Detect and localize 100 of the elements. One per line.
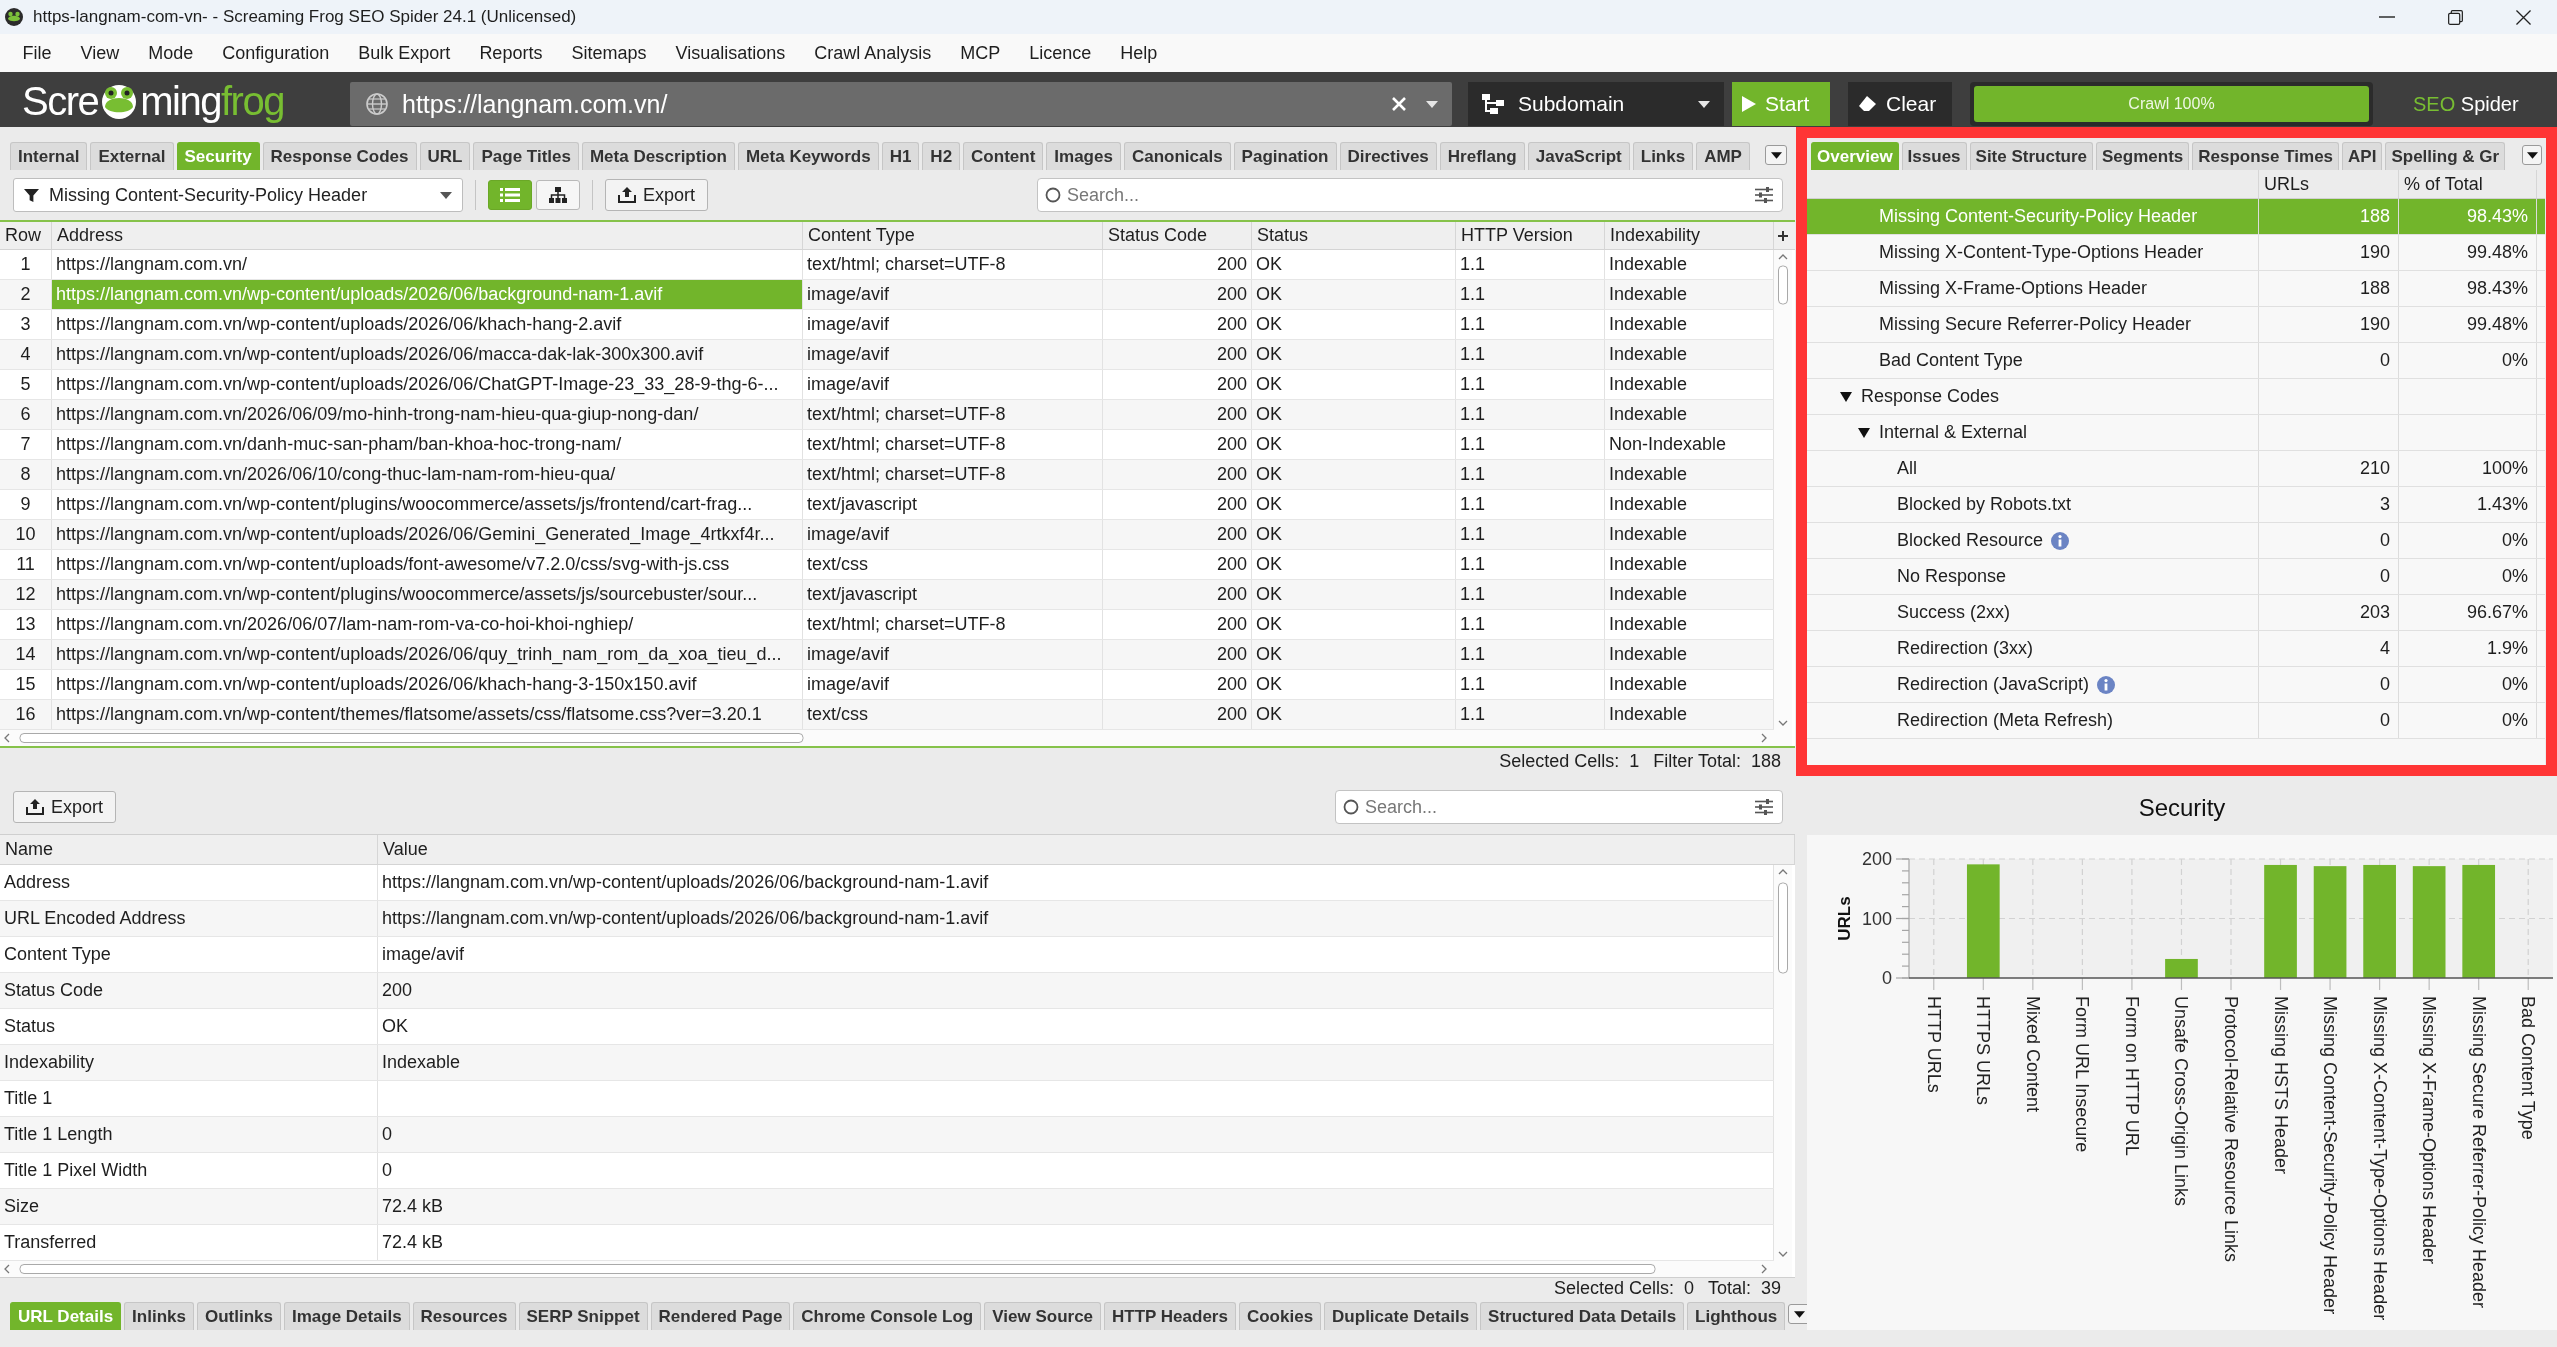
- menu-item[interactable]: Crawl Analysis: [799, 38, 946, 68]
- table-row[interactable]: 5 https://langnam.com.vn/wp-content/uploads/2026/06/ChatGPT-Image-23_33_28-9-thg-6-... image/avif 200 OK 1.1 Indexable: [0, 370, 1774, 400]
- tab[interactable]: Hreflang: [1439, 142, 1525, 170]
- tab[interactable]: Rendered Page: [650, 1302, 791, 1330]
- column-header[interactable]: Status Code: [1103, 222, 1252, 249]
- tab[interactable]: External: [90, 142, 174, 170]
- menu-item[interactable]: Configuration: [207, 38, 344, 68]
- table-row[interactable]: 6 https://langnam.com.vn/2026/06/09/mo-hinh-trong-nam-hieu-qua-giup-nong-dan/ text/html; charset=UTF-8 200 OK 1.1 Indexable: [0, 400, 1774, 430]
- url-field[interactable]: https://langnam.com.vn/: [350, 82, 1452, 126]
- tab[interactable]: Links: [1632, 142, 1694, 170]
- tree-row[interactable]: Redirection (JavaScript) 0 0%: [1807, 667, 2545, 703]
- table-row[interactable]: 14 https://langnam.com.vn/wp-content/uploads/2026/06/quy_trinh_nam_rom_da_xoa_tieu_d... image/avif 200 OK 1.1 Indexable: [0, 640, 1774, 670]
- tab[interactable]: Directives: [1339, 142, 1437, 170]
- tab[interactable]: Pagination: [1233, 142, 1337, 170]
- table-row[interactable]: Title 1: [0, 1081, 1774, 1117]
- tab[interactable]: Issues: [1901, 142, 1967, 170]
- table-row[interactable]: Content Type image/avif: [0, 937, 1774, 973]
- menu-item[interactable]: Sitemaps: [556, 38, 661, 68]
- table-row[interactable]: Title 1 Length 0: [0, 1117, 1774, 1153]
- column-header[interactable]: Indexability: [1605, 222, 1774, 249]
- tab[interactable]: Inlinks: [124, 1302, 194, 1330]
- sliders-icon[interactable]: [1755, 799, 1773, 815]
- tab[interactable]: Images: [1046, 142, 1121, 170]
- tab[interactable]: Cookies: [1238, 1302, 1322, 1330]
- sliders-icon[interactable]: [1755, 187, 1773, 203]
- tree-row[interactable]: Blocked Resource 0 0%: [1807, 523, 2545, 559]
- table-row[interactable]: 10 https://langnam.com.vn/wp-content/uploads/2026/06/Gemini_Generated_Image_4rtkxf4r... image/avif 200 OK 1.1 Indexable: [0, 520, 1774, 550]
- tab[interactable]: Meta Keywords: [737, 142, 879, 170]
- menu-item[interactable]: Visualisations: [660, 38, 800, 68]
- tree-row[interactable]: Success (2xx) 203 96.67%: [1807, 595, 2545, 631]
- column-header[interactable]: Content Type: [803, 222, 1103, 249]
- close-icon[interactable]: [1392, 97, 1406, 111]
- table-row[interactable]: 3 https://langnam.com.vn/wp-content/uploads/2026/06/khach-hang-2.avif image/avif 200 OK 1.1 Indexable: [0, 310, 1774, 340]
- menu-item[interactable]: Bulk Export: [343, 38, 465, 68]
- filter-dropdown[interactable]: Missing Content-Security-Policy Header: [13, 178, 463, 212]
- column-header[interactable]: Status: [1252, 222, 1456, 249]
- table-row[interactable]: 7 https://langnam.com.vn/danh-muc-san-pham/ban-khoa-hoc-trong-nam/ text/html; charset=UTF-8 200 OK 1.1 Non-Indexable: [0, 430, 1774, 460]
- search-field[interactable]: Search...: [1037, 178, 1783, 212]
- table-row[interactable]: Status Code 200: [0, 973, 1774, 1009]
- tab[interactable]: Image Details: [284, 1302, 410, 1330]
- tab[interactable]: Outlinks: [196, 1302, 281, 1330]
- search-field[interactable]: Search...: [1335, 790, 1783, 824]
- column-header[interactable]: Value: [378, 835, 1795, 864]
- table-row[interactable]: 11 https://langnam.com.vn/wp-content/uploads/font-awesome/v7.2.0/css/svg-with-js.css text/css 200 OK 1.1 Indexable: [0, 550, 1774, 580]
- mode-dropdown[interactable]: Subdomain: [1468, 82, 1724, 126]
- tree-row[interactable]: Redirection (3xx) 4 1.9%: [1807, 631, 2545, 667]
- tab[interactable]: Page Titles: [473, 142, 579, 170]
- column-header[interactable]: % of Total: [2399, 170, 2537, 198]
- table-row[interactable]: Title 1 Pixel Width 0: [0, 1153, 1774, 1189]
- tab[interactable]: H2: [922, 142, 961, 170]
- tree-row[interactable]: Response Codes: [1807, 379, 2545, 415]
- tree-row[interactable]: All 210 100%: [1807, 451, 2545, 487]
- tree-row[interactable]: Blocked by Robots.txt 3 1.43%: [1807, 487, 2545, 523]
- tab[interactable]: Duplicate Details: [1324, 1302, 1478, 1330]
- table-row[interactable]: URL Encoded Address https://langnam.com.vn/wp-content/uploads/2026/06/background-nam-1.avif: [0, 901, 1774, 937]
- menu-item[interactable]: MCP: [945, 38, 1015, 68]
- triangle-down-icon[interactable]: [1840, 391, 1852, 402]
- tab[interactable]: Resources: [412, 1302, 516, 1330]
- tree-row[interactable]: Missing X-Content-Type-Options Header 190 99.48%: [1807, 235, 2545, 271]
- clear-button[interactable]: Clear: [1848, 82, 1952, 126]
- table-row[interactable]: 12 https://langnam.com.vn/wp-content/plugins/woocommerce/assets/js/sourcebuster/sour... text/javascript 200 OK 1.1 Indexable: [0, 580, 1774, 610]
- table-row[interactable]: 8 https://langnam.com.vn/2026/06/10/cong-thuc-lam-nam-rom-hieu-qua/ text/html; charset=UTF-8 200 OK 1.1 Indexable: [0, 460, 1774, 490]
- tab[interactable]: Site Structure: [1969, 142, 2094, 170]
- tabs-menu-button[interactable]: [1765, 145, 1787, 165]
- table-row[interactable]: 13 https://langnam.com.vn/2026/06/07/lam-nam-rom-va-co-hoi-khoi-nghiep/ text/html; charset=UTF-8 200 OK 1.1 Indexable: [0, 610, 1774, 640]
- tab[interactable]: Spelling & Gr: [2385, 142, 2506, 170]
- table-row[interactable]: Size 72.4 kB: [0, 1189, 1774, 1225]
- tab[interactable]: SERP Snippet: [518, 1302, 648, 1330]
- tree-view-button[interactable]: [536, 180, 580, 210]
- column-header[interactable]: Name: [0, 835, 378, 864]
- menu-item[interactable]: Reports: [464, 38, 557, 68]
- table-row[interactable]: 1 https://langnam.com.vn/ text/html; charset=UTF-8 200 OK 1.1 Indexable: [0, 250, 1774, 280]
- tree-row[interactable]: Bad Content Type 0 0%: [1807, 343, 2545, 379]
- tab[interactable]: Segments: [2096, 142, 2190, 170]
- triangle-down-icon[interactable]: [1858, 427, 1870, 438]
- tree-row[interactable]: Missing Secure Referrer-Policy Header 190 99.48%: [1807, 307, 2545, 343]
- column-header[interactable]: HTTP Version: [1456, 222, 1605, 249]
- menu-item[interactable]: Mode: [133, 38, 208, 68]
- menu-item[interactable]: Help: [1105, 38, 1172, 68]
- tree-row[interactable]: Redirection (Meta Refresh) 0 0%: [1807, 703, 2545, 739]
- table-row[interactable]: 16 https://langnam.com.vn/wp-content/themes/flatsome/assets/css/flatsome.css?ver=3.20.1 text/css 200 OK 1.1 Indexable: [0, 700, 1774, 730]
- tab[interactable]: Content: [963, 142, 1044, 170]
- tab[interactable]: Lighthous: [1687, 1302, 1786, 1330]
- tab[interactable]: Structured Data Details: [1480, 1302, 1685, 1330]
- tab[interactable]: View Source: [984, 1302, 1102, 1330]
- table-row[interactable]: Transferred 72.4 kB: [0, 1225, 1774, 1261]
- tab[interactable]: URL: [419, 142, 471, 170]
- tab[interactable]: AMP: [1696, 142, 1750, 170]
- tab[interactable]: H1: [881, 142, 920, 170]
- tab[interactable]: Meta Description: [581, 142, 735, 170]
- menu-item[interactable]: View: [66, 38, 134, 68]
- table-row[interactable]: 4 https://langnam.com.vn/wp-content/uploads/2026/06/macca-dak-lak-300x300.avif image/avif 200 OK 1.1 Indexable: [0, 340, 1774, 370]
- tab[interactable]: Response Codes: [262, 142, 417, 170]
- export-button[interactable]: Export: [13, 791, 117, 823]
- menu-item[interactable]: Licence: [1014, 38, 1106, 68]
- table-row[interactable]: Address https://langnam.com.vn/wp-content/uploads/2026/06/background-nam-1.avif: [0, 865, 1774, 901]
- column-header[interactable]: Address: [52, 222, 803, 249]
- table-row[interactable]: Status OK: [0, 1009, 1774, 1045]
- table-row[interactable]: 2 https://langnam.com.vn/wp-content/uploads/2026/06/background-nam-1.avif image/avif 200 OK 1.1 Indexable: [0, 280, 1774, 310]
- export-button[interactable]: Export: [605, 179, 709, 211]
